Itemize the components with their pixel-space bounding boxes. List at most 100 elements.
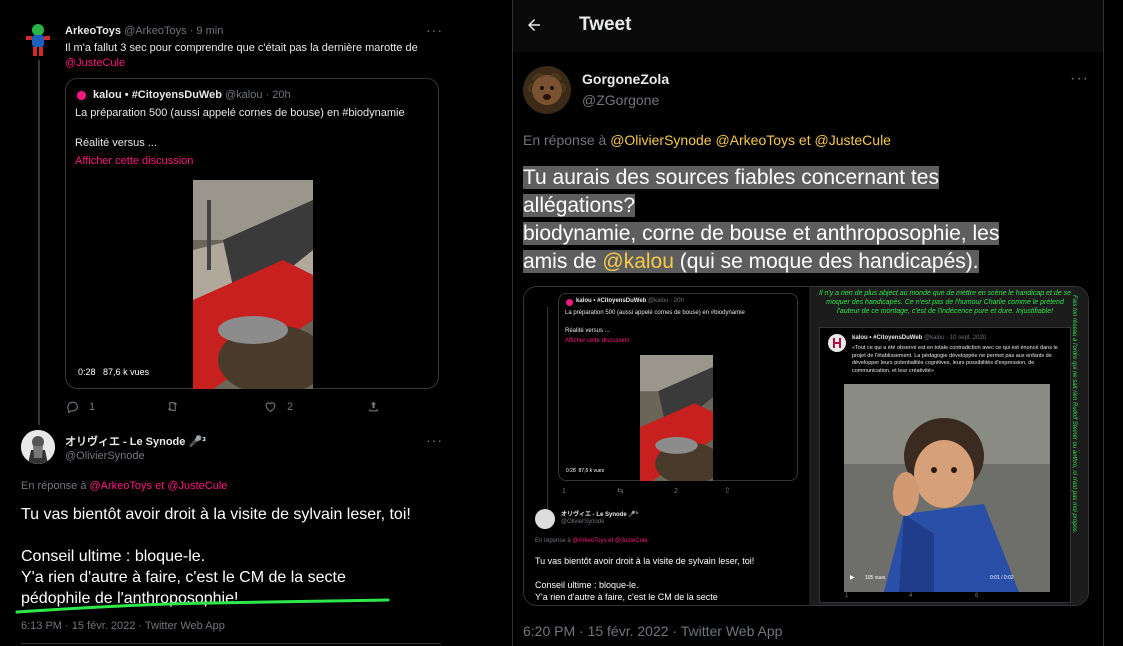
heart-icon — [265, 402, 276, 413]
tweet-text: Tu aurais des sources fiables concernant… — [523, 164, 1093, 276]
tweet-media-attachment[interactable]: kalou • #CitoyensDuWeb @kalou · 20h La p… — [523, 286, 1089, 606]
tweet2-handle[interactable]: @OlivierSynode — [65, 450, 145, 462]
mini-like-count: 2 — [674, 488, 678, 495]
inner-quote-handle: @kalou · 10 sept. 2020 — [924, 335, 987, 341]
tweet2-more-icon[interactable]: ··· — [426, 432, 443, 448]
left-tweet-thread: ArkeoToys @ArkeoToys · 9 min ··· Il m'a … — [0, 0, 450, 646]
tweet-text-line1: Tu aurais des sources fiables concernant… — [523, 166, 939, 189]
tweet2-reply-and: et — [155, 480, 165, 492]
inner-retweet-count: 4 — [909, 593, 913, 599]
green-caption: Il n'y a rien de plus abject au monde qu… — [819, 290, 1071, 315]
tweet-text-line3: biodynamie, corne de bouse et anthroposo… — [523, 222, 1000, 245]
tweet1-time[interactable]: · 9 min — [190, 25, 224, 37]
media-right-screenshot[interactable]: Il n'y a rien de plus abject au monde qu… — [809, 287, 1088, 605]
tweet1-body: Il m'a fallut 3 sec pour comprendre que … — [65, 41, 445, 71]
inner-like-count: 6 — [975, 593, 979, 599]
tweet2-reply-prefix: En réponse à — [21, 480, 87, 492]
reply-mention2[interactable]: @ArkeoToys — [715, 132, 795, 148]
quote-show-thread-link[interactable]: Afficher cette discussion — [75, 155, 193, 167]
tweet-text-mention-kalou[interactable]: @kalou — [602, 250, 674, 273]
green-underline-annotation — [15, 598, 390, 614]
tweet2-reply-mention1[interactable]: @ArkeoToys — [90, 480, 153, 492]
mini-video-time: 0:28 — [566, 468, 576, 474]
mini-video-stats: 0:28 87,6 k vues — [566, 468, 604, 474]
tweet1-reply-count: 1 — [89, 400, 96, 413]
quote-handle: @kalou · 20h — [225, 89, 291, 101]
mini-retweet-icon: ⇆ — [617, 486, 624, 495]
tweet1-more-icon[interactable]: ··· — [426, 22, 443, 38]
tweet-more-icon[interactable]: ··· — [1070, 70, 1089, 88]
tweet1-retweet-action[interactable] — [166, 400, 179, 413]
kalou-avatar — [75, 89, 88, 102]
tweet2-line2: Conseil ultime : bloque-le. — [21, 548, 206, 565]
quote-video-views: 87,6 k vues — [103, 367, 150, 377]
inner-video-player — [844, 384, 1050, 592]
reply-prefix: En réponse à — [523, 132, 607, 148]
tweet-text-line4a: amis de — [523, 250, 597, 273]
quote-video-thumbnail[interactable] — [193, 180, 313, 389]
tweet-page-header: Tweet — [513, 0, 1103, 52]
mini-video-views: 87,6 k vues — [578, 468, 605, 474]
back-arrow-icon[interactable] — [525, 16, 543, 34]
quote-line2: Réalité versus ... — [75, 137, 157, 149]
tweet1-like-count: 2 — [287, 400, 294, 413]
inner-quote-author: kalou • #CitoyensDuWeb — [852, 335, 923, 341]
mini-line1: Tu vas bientôt avoir droit à la visite d… — [535, 556, 755, 566]
tweet1-reply-action[interactable]: 1 — [66, 400, 95, 413]
tweet2-meta[interactable]: 6:13 PM · 15 févr. 2022 · Twitter Web Ap… — [21, 620, 225, 632]
reply-mention1[interactable]: @OlivierSynode — [610, 132, 711, 148]
tweet2-divider — [21, 643, 441, 644]
inner-reply-count: 1 — [845, 593, 849, 599]
media-left-screenshot[interactable]: kalou • #CitoyensDuWeb @kalou · 20h La p… — [524, 287, 806, 605]
tweet2-author[interactable]: オリヴィエ - Le Synode 🎤³ — [65, 433, 206, 449]
mini-quote-show-link: Afficher cette discussion — [565, 338, 630, 344]
oliviersynode-avatar[interactable] — [21, 430, 55, 464]
mini-quote-video-thumbnail — [640, 355, 713, 481]
tweet1-text: Il m'a fallut 3 sec pour comprendre que … — [65, 42, 418, 54]
inner-tweet-card: kalou • #CitoyensDuWeb @kalou · 10 sept.… — [819, 327, 1071, 603]
tweet-text-line2: allégations? — [523, 194, 636, 217]
tweet-text-line4b: (qui se moque des handicapés). — [679, 250, 979, 273]
tweet-handle[interactable]: @ZGorgone — [582, 92, 659, 108]
tweet-author[interactable]: GorgoneZola — [582, 71, 669, 87]
gorgonezola-avatar[interactable] — [523, 66, 571, 114]
mini-tweet-body: Tu vas bientôt avoir droit à la visite d… — [535, 555, 754, 603]
tweet2-reply-mention2[interactable]: @JusteCule — [167, 480, 227, 492]
tweet1-like-action[interactable]: 2 — [264, 400, 293, 413]
quoted-tweet-card[interactable]: kalou • #CitoyensDuWeb @kalou · 20h La p… — [65, 78, 439, 389]
mini-thread-line — [547, 307, 548, 517]
mini-quote-line1: La préparation 500 (aussi appelé cornes … — [565, 310, 745, 316]
reply-icon — [67, 401, 78, 413]
tweet2-body: Tu vas bientôt avoir droit à la visite d… — [21, 504, 446, 609]
inner-video-time: 0:01 / 0:02 — [990, 575, 1014, 581]
right-tweet-detail: Tweet GorgoneZola @ZGorgone ··· En répon… — [512, 0, 1104, 646]
retweet-icon — [167, 402, 178, 411]
tweet-reply-context: En réponse à @OlivierSynode @ArkeoToys e… — [523, 132, 891, 148]
tweet1-share-action[interactable] — [367, 400, 380, 413]
mini-reply-prefix: En réponse à — [535, 538, 571, 544]
thread-line — [38, 60, 40, 425]
quote-author: kalou • #CitoyensDuWeb — [93, 89, 222, 101]
tweet1-mention[interactable]: @JusteCule — [65, 57, 125, 69]
tweet2-line3: Y'a rien d'autre à faire, c'est le CM de… — [21, 569, 346, 586]
arkeotoys-avatar[interactable] — [23, 22, 53, 58]
mini-kalou-avatar — [566, 299, 573, 306]
mini-line2: Conseil ultime : bloque-le. — [535, 580, 639, 590]
tweet2-line1: Tu vas bientôt avoir droit à la visite d… — [21, 506, 411, 523]
quote-line1: La préparation 500 (aussi appelé cornes … — [75, 107, 405, 119]
quote-header: kalou • #CitoyensDuWeb @kalou · 20h — [93, 89, 291, 101]
inner-quote-header: kalou • #CitoyensDuWeb @kalou · 10 sept.… — [852, 335, 986, 341]
tweet-meta[interactable]: 6:20 PM · 15 févr. 2022 · Twitter Web Ap… — [523, 623, 782, 639]
tweet1-header: ArkeoToys @ArkeoToys · 9 min — [65, 25, 223, 37]
share-icon — [369, 401, 378, 412]
reply-mention3[interactable]: @JusteCule — [815, 132, 891, 148]
mini-quote-handle: @kalou · 20h — [648, 298, 684, 304]
inner-quote-text: «Tout ce qui a été observé est en totale… — [852, 345, 1058, 374]
mini-tweet-author: オリヴィエ - Le Synode 🎤³ — [561, 512, 638, 518]
tweet1-handle[interactable]: @ArkeoToys — [124, 25, 187, 37]
tweet1-author[interactable]: ArkeoToys — [65, 25, 121, 37]
mini-reply-m2: @JusteCule — [614, 538, 648, 544]
header-title: Tweet — [579, 14, 632, 35]
mini-quote-header: kalou • #CitoyensDuWeb @kalou · 20h — [576, 298, 684, 304]
mini-reply-and: et — [608, 538, 614, 544]
